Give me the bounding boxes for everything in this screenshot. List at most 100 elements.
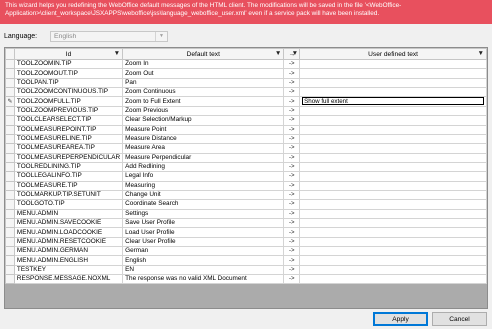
cell-id[interactable]: MENU.ADMIN.GERMAN bbox=[13, 246, 124, 257]
row-header[interactable] bbox=[5, 124, 15, 135]
copy-arrow-button[interactable]: -> bbox=[283, 171, 301, 182]
language-select[interactable]: English ▼ bbox=[50, 30, 168, 42]
copy-arrow-button[interactable]: -> bbox=[283, 227, 301, 238]
row-header[interactable] bbox=[5, 236, 15, 248]
column-header-user-text[interactable]: User defined text ▼ bbox=[299, 48, 487, 60]
cell-id[interactable]: TOOLREDLINING.TIP bbox=[13, 161, 124, 173]
filter-icon[interactable]: ▼ bbox=[292, 49, 299, 59]
table-row[interactable]: TESTKEY EN -> bbox=[5, 264, 487, 276]
cell-user-text[interactable] bbox=[299, 143, 487, 154]
cell-user-text[interactable] bbox=[299, 274, 487, 285]
cell-default-text[interactable]: Save User Profile bbox=[122, 217, 285, 229]
cell-default-text[interactable]: Load User Profile bbox=[122, 227, 285, 238]
column-header-id[interactable]: Id ▼ bbox=[13, 48, 124, 60]
row-header[interactable] bbox=[5, 274, 15, 285]
copy-arrow-button[interactable]: -> bbox=[283, 274, 301, 285]
row-header[interactable]: ✎ bbox=[5, 96, 15, 107]
cell-user-text[interactable] bbox=[299, 133, 487, 145]
cell-default-text[interactable]: Measure Point bbox=[122, 124, 285, 135]
cell-id[interactable]: TOOLCLEARSELECT.TIP bbox=[13, 115, 124, 126]
table-row[interactable]: RESPONSE.MESSAGE.NOXML The response was n… bbox=[5, 274, 487, 285]
table-row[interactable]: MENU.ADMIN.GERMAN German -> bbox=[5, 246, 487, 257]
filter-icon[interactable]: ▼ bbox=[477, 49, 484, 59]
cell-user-text[interactable] bbox=[299, 171, 487, 182]
row-header[interactable] bbox=[5, 199, 15, 210]
copy-arrow-button[interactable]: -> bbox=[283, 161, 301, 173]
cell-id[interactable]: TOOLMEASURELINE.TIP bbox=[13, 133, 124, 145]
copy-arrow-button[interactable]: -> bbox=[283, 96, 301, 107]
cell-id[interactable]: TOOLLEGALINFO.TIP bbox=[13, 171, 124, 182]
copy-arrow-button[interactable]: -> bbox=[283, 87, 301, 98]
row-header[interactable] bbox=[5, 255, 15, 266]
row-header[interactable] bbox=[5, 264, 15, 276]
cell-user-text[interactable] bbox=[299, 246, 487, 257]
table-row[interactable]: TOOLMEASURE.TIP Measuring -> bbox=[5, 180, 487, 191]
filter-icon[interactable]: ▼ bbox=[114, 49, 121, 59]
cell-user-text[interactable] bbox=[299, 152, 487, 163]
user-text-input[interactable] bbox=[302, 97, 484, 106]
cell-user-text[interactable] bbox=[299, 217, 487, 229]
cell-id[interactable]: MENU.ADMIN.RESETCOOKIE bbox=[13, 236, 124, 248]
table-row[interactable]: TOOLZOOMOUT.TIP Zoom Out -> bbox=[5, 68, 487, 79]
cell-default-text[interactable]: EN bbox=[122, 264, 285, 276]
table-row[interactable]: TOOLMARKUP.TIP.SETUNIT Change Unit -> bbox=[5, 189, 487, 201]
cell-default-text[interactable]: Legal Info bbox=[122, 171, 285, 182]
copy-arrow-button[interactable]: -> bbox=[283, 208, 301, 220]
copy-arrow-button[interactable]: -> bbox=[283, 124, 301, 135]
cell-user-text[interactable] bbox=[299, 115, 487, 126]
cell-default-text[interactable]: Zoom In bbox=[122, 58, 285, 70]
table-row[interactable]: MENU.ADMIN Settings -> bbox=[5, 208, 487, 220]
cell-default-text[interactable]: Settings bbox=[122, 208, 285, 220]
table-row[interactable]: MENU.ADMIN.RESETCOOKIE Clear User Profile… bbox=[5, 236, 487, 248]
cell-default-text[interactable]: Measure Perpendicular bbox=[122, 152, 285, 163]
table-row[interactable]: TOOLMEASURELINE.TIP Measure Distance -> bbox=[5, 133, 487, 145]
cell-id[interactable]: TOOLZOOMPREVIOUS.TIP bbox=[13, 105, 124, 117]
cell-user-text[interactable] bbox=[299, 208, 487, 220]
cell-default-text[interactable]: Coordinate Search bbox=[122, 199, 285, 210]
copy-arrow-button[interactable]: -> bbox=[283, 143, 301, 154]
table-row[interactable]: TOOLGOTO.TIP Coordinate Search -> bbox=[5, 199, 487, 210]
cell-default-text[interactable]: The response was no valid XML Document bbox=[122, 274, 285, 285]
table-row[interactable]: MENU.ADMIN.ENGLISH English -> bbox=[5, 255, 487, 266]
cell-default-text[interactable]: Measuring bbox=[122, 180, 285, 191]
column-header-default-text[interactable]: Default text ▼ bbox=[122, 48, 285, 60]
cell-user-text[interactable] bbox=[299, 255, 487, 266]
copy-arrow-button[interactable]: -> bbox=[283, 217, 301, 229]
cell-id[interactable]: TOOLZOOMCONTINUOUS.TIP bbox=[13, 87, 124, 98]
copy-arrow-button[interactable]: -> bbox=[283, 189, 301, 201]
messages-grid[interactable]: Id ▼ Default text ▼ → ▼ User defined text ▼ … bbox=[4, 47, 488, 309]
table-row[interactable]: TOOLMEASUREPERPENDICULAR Measure Perpendi… bbox=[5, 152, 487, 163]
row-header[interactable] bbox=[5, 105, 15, 117]
cell-id[interactable]: TOOLMEASUREPOINT.TIP bbox=[13, 124, 124, 135]
cell-id[interactable]: TESTKEY bbox=[13, 264, 124, 276]
cell-id[interactable]: TOOLMEASUREPERPENDICULAR bbox=[13, 152, 124, 163]
cell-user-text[interactable] bbox=[299, 58, 487, 70]
table-row[interactable]: TOOLMEASUREPOINT.TIP Measure Point -> bbox=[5, 124, 487, 135]
cell-id[interactable]: TOOLGOTO.TIP bbox=[13, 199, 124, 210]
cell-id[interactable]: MENU.ADMIN.SAVECOOKIE bbox=[13, 217, 124, 229]
table-row[interactable]: TOOLPAN.TIP Pan -> bbox=[5, 77, 487, 89]
cell-id[interactable]: MENU.ADMIN bbox=[13, 208, 124, 220]
column-header-arrow[interactable]: → ▼ bbox=[283, 48, 301, 60]
cell-user-text[interactable] bbox=[299, 87, 487, 98]
table-row[interactable]: TOOLLEGALINFO.TIP Legal Info -> bbox=[5, 171, 487, 182]
row-header[interactable] bbox=[5, 180, 15, 191]
copy-arrow-button[interactable]: -> bbox=[283, 115, 301, 126]
cell-id[interactable]: MENU.ADMIN.ENGLISH bbox=[13, 255, 124, 266]
copy-arrow-button[interactable]: -> bbox=[283, 58, 301, 70]
copy-arrow-button[interactable]: -> bbox=[283, 255, 301, 266]
row-header[interactable] bbox=[5, 87, 15, 98]
row-header[interactable] bbox=[5, 152, 15, 163]
copy-arrow-button[interactable]: -> bbox=[283, 77, 301, 89]
cell-user-text[interactable] bbox=[299, 96, 487, 107]
row-header[interactable] bbox=[5, 133, 15, 145]
row-header[interactable] bbox=[5, 68, 15, 79]
cell-default-text[interactable]: Zoom Previous bbox=[122, 105, 285, 117]
table-row[interactable]: TOOLREDLINING.TIP Add Redlining -> bbox=[5, 161, 487, 173]
copy-arrow-button[interactable]: -> bbox=[283, 180, 301, 191]
table-row[interactable]: TOOLMEASUREAREA.TIP Measure Area -> bbox=[5, 143, 487, 154]
copy-arrow-button[interactable]: -> bbox=[283, 246, 301, 257]
table-row[interactable]: ✎ TOOLZOOMFULL.TIP Zoom to Full Extent -> bbox=[5, 96, 487, 107]
cancel-button[interactable]: Cancel bbox=[432, 312, 487, 326]
cell-default-text[interactable]: Zoom to Full Extent bbox=[122, 96, 285, 107]
